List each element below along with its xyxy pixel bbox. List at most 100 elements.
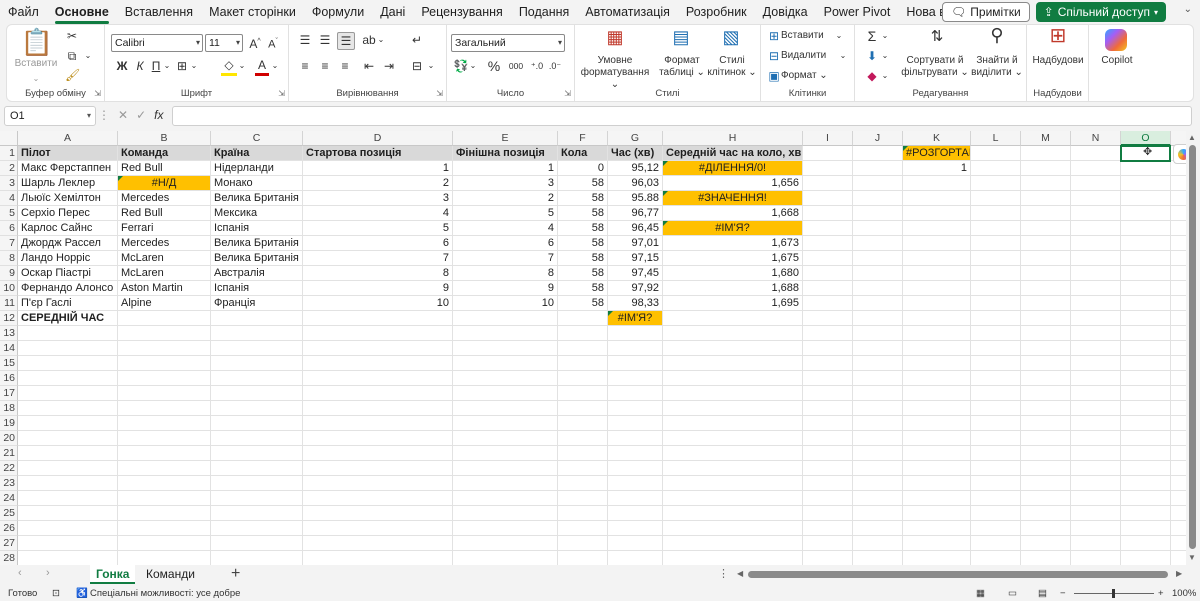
cell-l9[interactable] [971,266,1021,281]
cell-d10[interactable]: 9 [303,281,453,296]
cell-f21[interactable] [558,446,608,461]
copy-icon[interactable]: ⧉ [65,48,79,64]
cell-i18[interactable] [803,401,853,416]
cell-m22[interactable] [1021,461,1071,476]
fill-color-dropdown-icon[interactable]: ⌄ [238,58,246,74]
cell-c12[interactable] [211,311,303,326]
cell-f22[interactable] [558,461,608,476]
format-cells-icon[interactable]: ▣ [767,68,781,84]
cell-m9[interactable] [1021,266,1071,281]
cell-d14[interactable] [303,341,453,356]
clear-dropdown-icon[interactable]: ⌄ [881,68,889,84]
cell-g5[interactable]: 96,77 [608,206,663,221]
accounting-format-icon[interactable]: 💱 [453,58,469,74]
copilot-label[interactable]: Copilot [1091,55,1143,67]
cell-c9[interactable]: Австралія [211,266,303,281]
cell-k11[interactable] [903,296,971,311]
cell-o4[interactable] [1121,191,1171,206]
row-header-26[interactable]: 26 [0,521,18,536]
row-header-15[interactable]: 15 [0,356,18,371]
align-bottom-icon[interactable]: ☰ [337,32,355,50]
merge-dropdown-icon[interactable]: ⌄ [427,58,435,74]
cell-l21[interactable] [971,446,1021,461]
cell-f25[interactable] [558,506,608,521]
cell-b15[interactable] [118,356,211,371]
cell-p27[interactable] [1171,536,1186,551]
cell-m2[interactable] [1021,161,1071,176]
cell-g19[interactable] [608,416,663,431]
cell-f5[interactable]: 58 [558,206,608,221]
cell-j8[interactable] [853,251,903,266]
cell-p13[interactable] [1171,326,1186,341]
cell-i19[interactable] [803,416,853,431]
cell-j24[interactable] [853,491,903,506]
cell-n26[interactable] [1071,521,1121,536]
column-header-k[interactable]: K [903,131,971,146]
cell-c16[interactable] [211,371,303,386]
cell-c23[interactable] [211,476,303,491]
cell-o17[interactable] [1121,386,1171,401]
cell-g22[interactable] [608,461,663,476]
cell-j13[interactable] [853,326,903,341]
cell-c20[interactable] [211,431,303,446]
cell-l16[interactable] [971,371,1021,386]
cell-c7[interactable]: Велика Британія [211,236,303,251]
underline-icon[interactable]: П [149,58,163,74]
cell-p17[interactable] [1171,386,1186,401]
cell-styles-icon[interactable]: ▧ [719,28,743,46]
cell-e11[interactable]: 10 [453,296,558,311]
cell-n2[interactable] [1071,161,1121,176]
cell-c2[interactable]: Нідерланди [211,161,303,176]
cell-f3[interactable]: 58 [558,176,608,191]
cell-j3[interactable] [853,176,903,191]
copilot-floating-icon[interactable] [1173,144,1186,164]
format-cells-label[interactable]: Формат ⌄ [781,70,831,82]
cell-j12[interactable] [853,311,903,326]
row-header-16[interactable]: 16 [0,371,18,386]
cell-b26[interactable] [118,521,211,536]
cell-b10[interactable]: Aston Martin [118,281,211,296]
cell-c17[interactable] [211,386,303,401]
cell-n6[interactable] [1071,221,1121,236]
cell-i16[interactable] [803,371,853,386]
cell-i21[interactable] [803,446,853,461]
cell-f20[interactable] [558,431,608,446]
cell-i28[interactable] [803,551,853,565]
cell-h25[interactable] [663,506,803,521]
cell-d1[interactable]: Стартова позиція [303,146,453,161]
row-header-11[interactable]: 11 [0,296,18,311]
cell-g14[interactable] [608,341,663,356]
cell-o25[interactable] [1121,506,1171,521]
menu-item-7[interactable]: Подання [511,0,577,24]
cell-e25[interactable] [453,506,558,521]
column-header-j[interactable]: J [853,131,903,146]
worksheet-grid[interactable]: ABCDEFGHIJKLMNOP1ПілотКомандаКраїнаСтарт… [0,131,1186,565]
cell-p18[interactable] [1171,401,1186,416]
cell-styles-label[interactable]: Стилі клітинок ⌄ [707,55,757,79]
cell-m1[interactable] [1021,146,1071,161]
borders-dropdown-icon[interactable]: ⌄ [190,58,198,74]
cell-j4[interactable] [853,191,903,206]
cell-p21[interactable] [1171,446,1186,461]
row-header-27[interactable]: 27 [0,536,18,551]
format-as-table-icon[interactable]: ▤ [669,28,693,46]
cell-e15[interactable] [453,356,558,371]
cell-m23[interactable] [1021,476,1071,491]
cell-n28[interactable] [1071,551,1121,565]
cell-h20[interactable] [663,431,803,446]
cell-h14[interactable] [663,341,803,356]
cell-k10[interactable] [903,281,971,296]
copilot-icon[interactable] [1105,29,1127,51]
row-header-7[interactable]: 7 [0,236,18,251]
cell-h7[interactable]: 1,673 [663,236,803,251]
format-as-table-label[interactable]: Формат таблиці ⌄ [655,55,709,79]
cell-h16[interactable] [663,371,803,386]
cell-b23[interactable] [118,476,211,491]
cell-a9[interactable]: Оскар Піастрі [18,266,118,281]
cell-m10[interactable] [1021,281,1071,296]
cell-h21[interactable] [663,446,803,461]
cell-l27[interactable] [971,536,1021,551]
cell-d27[interactable] [303,536,453,551]
cell-e14[interactable] [453,341,558,356]
cell-f2[interactable]: 0 [558,161,608,176]
